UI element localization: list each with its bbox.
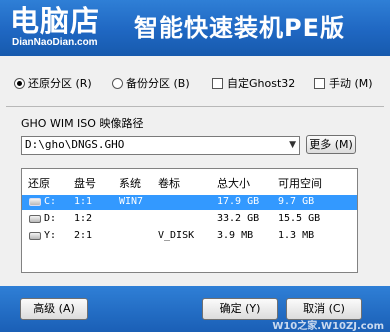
volume-label: V_DISK	[158, 230, 195, 241]
table-header: 还原 盘号 系统 卷标 总大小 可用空间	[22, 169, 357, 192]
radio-selected-icon	[14, 77, 25, 89]
disk-number: 1:2	[74, 213, 93, 224]
app-title: 智能快速装机PE版	[134, 14, 345, 42]
drive-icon	[29, 198, 41, 206]
column-header: 卷标	[158, 177, 180, 190]
total-size: 3.9 MB	[217, 230, 254, 241]
manual-label: 手动 (M)	[329, 77, 373, 90]
column-header: 盘号	[74, 177, 96, 190]
total-size: 33.2 GB	[217, 213, 260, 224]
checkbox-icon	[212, 77, 223, 89]
mode-options: 还原分区 (R) 备份分区 (B) 自定Ghost32 手动 (M)	[0, 56, 390, 108]
image-path-value: D:\gho\DNGS.GHO	[25, 138, 125, 151]
drive-letter: C:	[44, 196, 57, 207]
brand-url: DianNaoDian.com	[12, 37, 98, 48]
drive-icon	[29, 215, 41, 223]
column-header: 总大小	[217, 177, 250, 190]
system-name: WIN7	[119, 196, 144, 207]
disk-number: 2:1	[74, 230, 93, 241]
restore-partition-label: 还原分区 (R)	[28, 77, 92, 90]
column-header: 还原	[28, 177, 50, 190]
manual-checkbox[interactable]: 手动 (M)	[314, 75, 373, 91]
backup-partition-radio[interactable]: 备份分区 (B)	[112, 75, 190, 91]
watermark: W10之家.W10ZJ.com	[272, 321, 384, 332]
drive-letter: Y:	[44, 230, 57, 241]
total-size: 17.9 GB	[217, 196, 260, 207]
backup-partition-label: 备份分区 (B)	[126, 77, 190, 90]
disk-number: 1:1	[74, 196, 93, 207]
restore-partition-radio[interactable]: 还原分区 (R)	[14, 75, 92, 91]
column-header: 可用空间	[278, 177, 322, 190]
drive-letter: D:	[44, 213, 57, 224]
partition-table: 还原 盘号 系统 卷标 总大小 可用空间 C: 1:1 WIN7 17.9 GB…	[21, 168, 358, 273]
table-row[interactable]: Y: 2:1 V_DISK 3.9 MB 1.3 MB	[22, 229, 357, 244]
chevron-down-icon[interactable]: ▼	[289, 140, 296, 150]
image-path-label: GHO WIM ISO 映像路径	[21, 117, 144, 130]
free-space: 15.5 GB	[278, 213, 321, 224]
image-path-combobox[interactable]: D:\gho\DNGS.GHO ▼	[21, 136, 300, 155]
custom-ghost-label: 自定Ghost32	[227, 77, 296, 90]
advanced-button[interactable]: 高级 (A)	[20, 298, 88, 320]
drive-icon	[29, 232, 41, 240]
custom-ghost-checkbox[interactable]: 自定Ghost32	[212, 75, 295, 91]
column-header: 系统	[119, 177, 141, 190]
free-space: 9.7 GB	[278, 196, 315, 207]
free-space: 1.3 MB	[278, 230, 315, 241]
radio-icon	[112, 77, 123, 89]
options-divider	[6, 106, 384, 107]
table-row[interactable]: D: 1:2 33.2 GB 15.5 GB	[22, 212, 357, 227]
checkbox-icon	[314, 77, 325, 89]
installer-window: 电脑店 DianNaoDian.com 智能快速装机PE版 还原分区 (R) 备…	[0, 0, 390, 332]
more-button[interactable]: 更多 (M)	[306, 135, 356, 154]
brand-logo: 电脑店	[10, 4, 101, 38]
ok-button[interactable]: 确定 (Y)	[202, 298, 278, 320]
table-row[interactable]: C: 1:1 WIN7 17.9 GB 9.7 GB	[22, 195, 357, 210]
header-banner: 电脑店 DianNaoDian.com 智能快速装机PE版	[0, 0, 390, 56]
